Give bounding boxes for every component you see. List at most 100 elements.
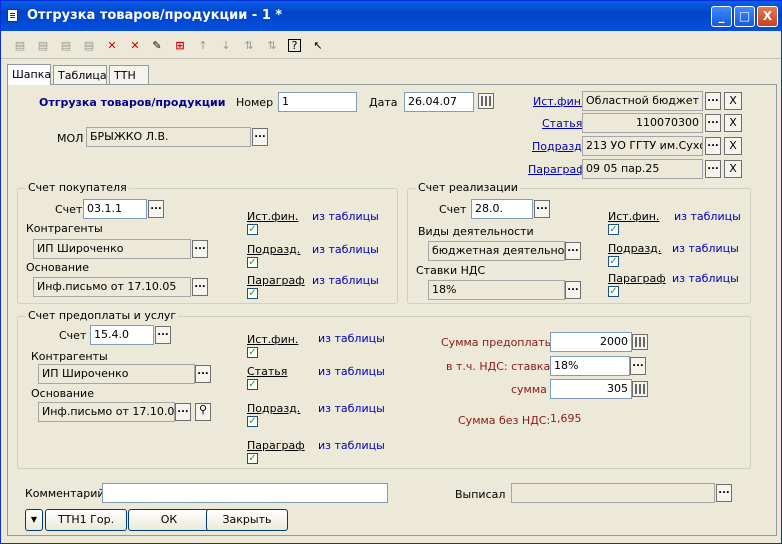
nds-sum-field[interactable]: 305: [550, 379, 632, 399]
prepay-kontr-field[interactable]: ИП Широченко: [38, 364, 195, 384]
ok-button[interactable]: ОК: [128, 509, 210, 531]
sales-ist-fin-label[interactable]: Ист.фин.: [608, 210, 659, 224]
arrow-down-icon[interactable]: ↓: [218, 38, 234, 54]
prepay-ist-fin-checkbox[interactable]: ✓: [247, 347, 258, 358]
buyer-ist-fin-source: из таблицы: [312, 210, 379, 223]
paragraf-clear-button[interactable]: X: [724, 160, 742, 178]
buyer-schet-field[interactable]: 03.1.1: [83, 199, 147, 219]
buyer-podrazd-source: из таблицы: [312, 243, 379, 256]
podrazd-link[interactable]: Подразд.: [532, 140, 585, 154]
calendar-icon[interactable]: [478, 93, 494, 109]
buyer-osn-select-button[interactable]: ...: [192, 278, 208, 296]
prepay-osn-select-button[interactable]: ...: [175, 403, 191, 421]
prepay-paragraf-label[interactable]: Параграф: [247, 439, 305, 453]
mol-select-button[interactable]: ...: [252, 128, 268, 146]
prepay-sum-field[interactable]: 2000: [550, 332, 632, 352]
minimize-button[interactable]: _: [711, 6, 732, 27]
paragraf-link[interactable]: Параграф: [528, 163, 586, 177]
prepay-paragraf-checkbox[interactable]: ✓: [247, 453, 258, 464]
statya-field[interactable]: 110070300: [582, 113, 703, 133]
date-field[interactable]: 26.04.07: [404, 92, 474, 112]
sales-ist-fin-checkbox[interactable]: ✓: [608, 224, 619, 235]
help-icon[interactable]: ?: [288, 39, 301, 52]
buyer-ist-fin-label[interactable]: Ист.фин.: [247, 210, 298, 224]
buyer-kontr-select-button[interactable]: ...: [192, 240, 208, 258]
tab-shapka[interactable]: Шапка: [7, 64, 51, 85]
podrazd-field[interactable]: 213 УО ГГТУ им.Сухог: [582, 136, 703, 156]
buyer-paragraf-label[interactable]: Параграф: [247, 274, 305, 288]
vypisal-select-button[interactable]: ...: [716, 484, 732, 502]
delete-row-icon[interactable]: ✕: [127, 38, 143, 54]
insert-icon[interactable]: ⊞: [172, 38, 188, 54]
ist-fin-link[interactable]: Ист.фин.: [533, 95, 584, 109]
ist-fin-field[interactable]: Областной бюджет: [582, 91, 703, 111]
paragraf-field[interactable]: 09 05 пар.25: [582, 159, 703, 179]
prepay-podrazd-label[interactable]: Подразд.: [247, 402, 300, 416]
binoculars-search-icon[interactable]: ⚲: [195, 403, 211, 421]
ttn-button[interactable]: ТТН1 Гор.: [45, 509, 127, 531]
prepay-podrazd-checkbox[interactable]: ✓: [247, 416, 258, 427]
close-button[interactable]: X: [757, 6, 778, 27]
nds-calculator-icon[interactable]: [632, 381, 648, 397]
buyer-ist-fin-checkbox[interactable]: ✓: [247, 224, 258, 235]
prepay-schet-field[interactable]: 15.4.0: [90, 325, 154, 345]
sum-calculator-icon[interactable]: [632, 334, 648, 350]
statya-link[interactable]: Статья: [542, 117, 582, 131]
tab-tablitsa[interactable]: Таблица: [53, 65, 107, 85]
sort-desc-icon[interactable]: ⇅: [264, 38, 280, 54]
add-row-icon[interactable]: ▤: [35, 38, 51, 54]
edit-icon[interactable]: ✎: [149, 38, 165, 54]
prepay-sum-label: Сумма предоплаты:: [441, 336, 558, 349]
prepay-ist-fin-label[interactable]: Ист.фин.: [247, 333, 298, 347]
prepay-osn-field[interactable]: Инф.письмо от 17.10.05: [38, 402, 175, 422]
buyer-osn-field[interactable]: Инф.письмо от 17.10.05: [33, 277, 191, 297]
podrazd-select-button[interactable]: ...: [705, 137, 721, 155]
statya-select-button[interactable]: ...: [705, 114, 721, 132]
new-doc-icon[interactable]: ▤: [12, 38, 28, 54]
sales-paragraf-checkbox[interactable]: ✓: [608, 286, 619, 297]
prepay-kontr-select-button[interactable]: ...: [195, 365, 211, 383]
paragraf-select-button[interactable]: ...: [705, 160, 721, 178]
sales-vidy-field[interactable]: бюджетная деятельность: [428, 241, 565, 261]
close-form-button[interactable]: Закрыть: [206, 509, 288, 531]
nds-rate-field[interactable]: 18%: [550, 356, 630, 376]
copy-row-icon[interactable]: ▤: [81, 38, 97, 54]
sales-vidy-select-button[interactable]: ...: [565, 242, 581, 260]
sales-nds-field[interactable]: 18%: [428, 280, 565, 300]
buyer-podrazd-checkbox[interactable]: ✓: [247, 257, 258, 268]
prepay-osn-label: Основание: [31, 387, 94, 400]
ist-fin-clear-button[interactable]: X: [724, 92, 742, 110]
sales-schet-select-button[interactable]: ...: [534, 200, 550, 218]
menu-arrow-button[interactable]: ▼: [25, 509, 43, 531]
vypisal-field[interactable]: [511, 483, 715, 503]
sort-asc-icon[interactable]: ⇅: [241, 38, 257, 54]
buyer-schet-select-button[interactable]: ...: [148, 200, 164, 218]
ist-fin-select-button[interactable]: ...: [705, 92, 721, 110]
prepay-statya-checkbox[interactable]: ✓: [247, 379, 258, 390]
statya-clear-button[interactable]: X: [724, 114, 742, 132]
window-title: Отгрузка товаров/продукции - 1 *: [27, 8, 283, 23]
podrazd-clear-button[interactable]: X: [724, 137, 742, 155]
sales-schet-field[interactable]: 28.0.: [471, 199, 533, 219]
nds-rate-select-button[interactable]: ...: [630, 357, 646, 375]
buyer-podrazd-label[interactable]: Подразд.: [247, 243, 300, 257]
sales-podrazd-label[interactable]: Подразд.: [608, 242, 661, 256]
tab-ttn[interactable]: ТТН: [109, 65, 149, 85]
comment-field[interactable]: [102, 483, 388, 503]
sales-paragraf-label[interactable]: Параграф: [608, 272, 666, 286]
sales-nds-select-button[interactable]: ...: [565, 281, 581, 299]
mol-field[interactable]: БРЫЖКО Л.В.: [86, 127, 251, 147]
arrow-up-icon[interactable]: ↑: [195, 38, 211, 54]
prepay-statya-label[interactable]: Статья: [247, 365, 287, 379]
number-field[interactable]: 1: [278, 92, 357, 112]
buyer-paragraf-checkbox[interactable]: ✓: [247, 288, 258, 299]
doc-heading: Отгрузка товаров/продукции: [39, 96, 226, 109]
main-panel: Отгрузка товаров/продукции Номер 1 Дата …: [7, 84, 777, 536]
buyer-kontr-field[interactable]: ИП Широченко: [33, 239, 191, 259]
sales-podrazd-checkbox[interactable]: ✓: [608, 256, 619, 267]
copy-doc-icon[interactable]: ▤: [58, 38, 74, 54]
delete-doc-icon[interactable]: ✕: [104, 38, 120, 54]
prepay-schet-select-button[interactable]: ...: [155, 326, 171, 344]
pointer-help-icon[interactable]: ↖: [310, 38, 326, 54]
maximize-button[interactable]: □: [734, 6, 755, 27]
